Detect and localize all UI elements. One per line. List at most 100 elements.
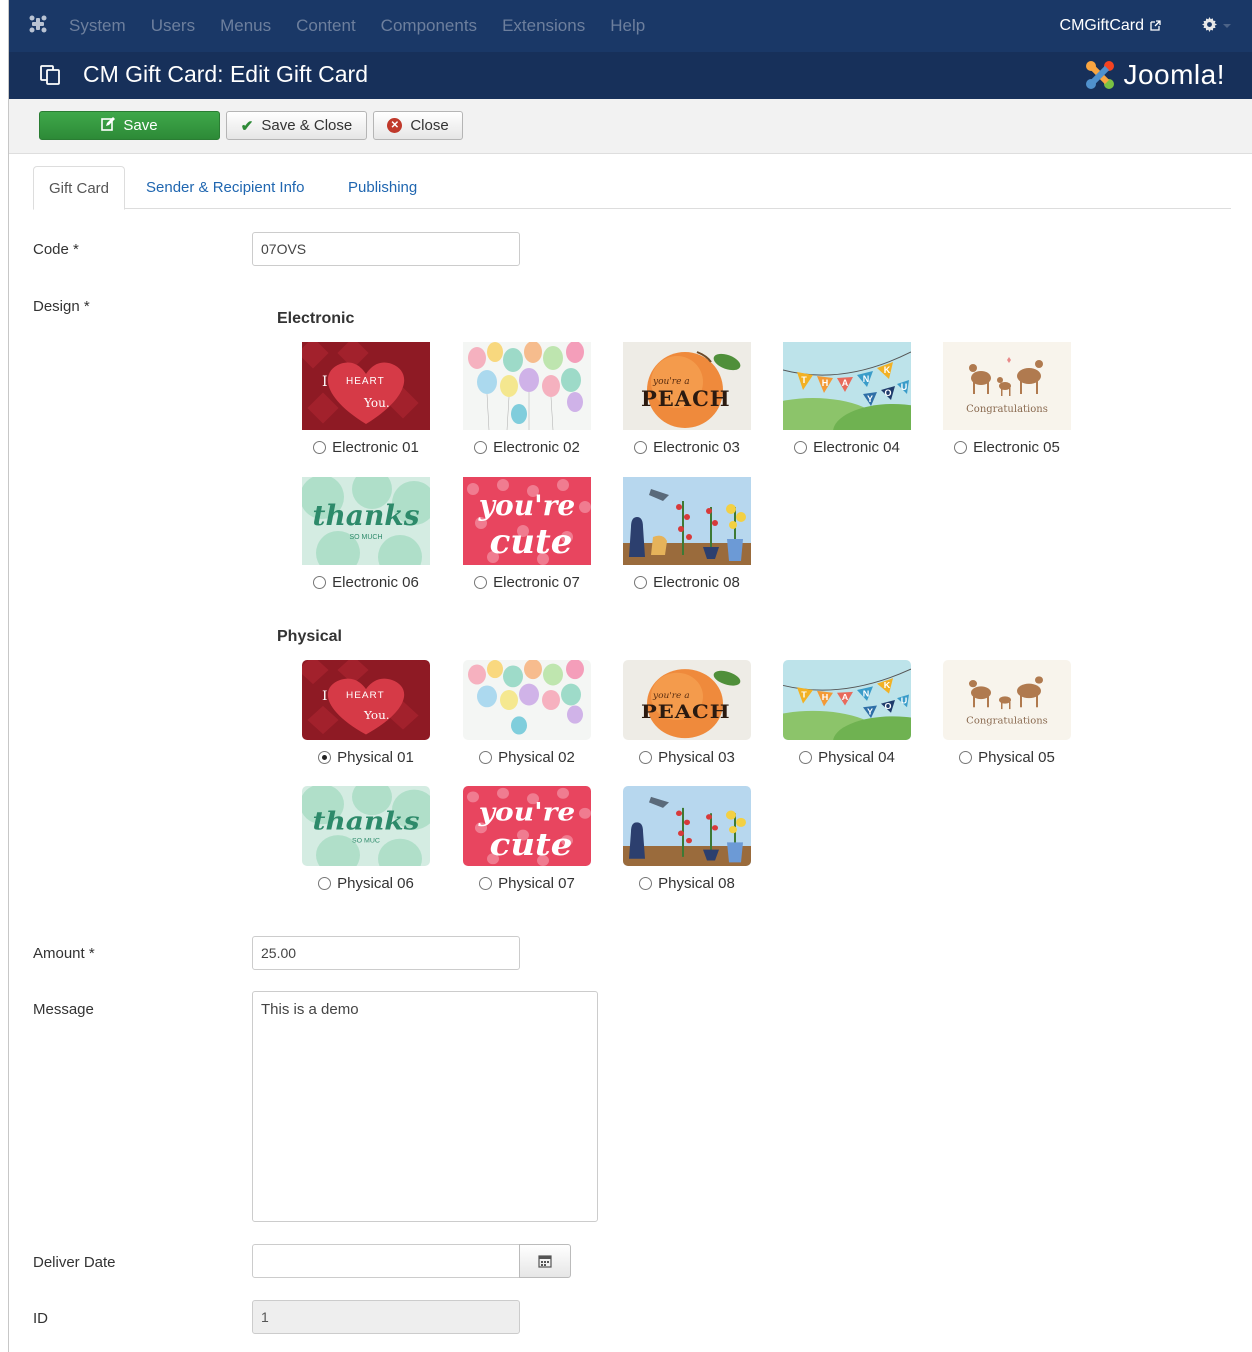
deliver-date-label: Deliver Date — [33, 1254, 116, 1271]
svg-text:thanks: thanks — [313, 807, 420, 836]
site-name: CMGiftCard — [1059, 17, 1144, 34]
radio-button[interactable] — [954, 441, 968, 454]
toolbar: Save ✔ Save & Close ✕ Close — [9, 99, 1252, 154]
menu-help[interactable]: Help — [610, 16, 645, 36]
design-option-physical-06[interactable]: thanks SO MUC Physical 06 — [302, 786, 430, 892]
radio-button[interactable] — [474, 441, 488, 454]
radio-button[interactable] — [313, 441, 327, 454]
design-option-electronic-04[interactable]: T H A N K Y O U Electronic 04 — [783, 342, 911, 456]
id-label: ID — [33, 1310, 48, 1327]
radio-button[interactable] — [959, 751, 973, 764]
message-textarea[interactable]: This is a demo — [252, 991, 598, 1222]
svg-text:PEACH: PEACH — [641, 700, 731, 723]
card-image-peach: you're a PEACH — [623, 342, 751, 430]
radio-label: Electronic 08 — [653, 574, 740, 591]
svg-text:N: N — [863, 374, 870, 384]
youre-text: you're — [478, 489, 575, 522]
svg-text:A: A — [842, 692, 849, 702]
svg-text:N: N — [863, 689, 870, 699]
save-button[interactable]: Save — [39, 111, 220, 140]
design-option-electronic-08[interactable]: Electronic 08 — [623, 477, 751, 591]
chevron-down-icon[interactable] — [1223, 24, 1231, 28]
design-option-electronic-06[interactable]: thanks SO MUCH Electronic 06 — [302, 477, 430, 591]
heart-text-i: I — [322, 374, 328, 390]
tab-publishing[interactable]: Publishing — [333, 166, 432, 209]
design-option-physical-02[interactable]: Physical 02 — [463, 660, 591, 766]
radio-label: Physical 05 — [978, 749, 1055, 766]
message-label: Message — [33, 1001, 94, 1018]
svg-text:Y: Y — [867, 394, 873, 404]
deliver-date-input[interactable] — [252, 1244, 520, 1278]
save-label: Save — [123, 117, 158, 134]
radio-button[interactable] — [474, 576, 488, 589]
site-link[interactable]: CMGiftCard — [1060, 0, 1161, 52]
radio-label: Electronic 06 — [332, 574, 419, 591]
top-navbar: System Users Menus Content Components Ex… — [9, 0, 1252, 52]
design-option-physical-07[interactable]: you're cute Physical 07 — [463, 786, 591, 892]
menu-content[interactable]: Content — [296, 16, 356, 36]
card-image-balloons — [463, 342, 591, 430]
menu-extensions[interactable]: Extensions — [502, 16, 585, 36]
radio-button[interactable] — [639, 877, 653, 890]
card-image-peach: you're a PEACH — [623, 660, 751, 740]
design-option-physical-08[interactable]: Physical 08 — [623, 786, 751, 892]
radio-button[interactable] — [318, 877, 332, 890]
radio-button-selected[interactable] — [318, 751, 332, 764]
svg-text:You.: You. — [363, 709, 390, 722]
tab-sender-recipient[interactable]: Sender & Recipient Info — [131, 166, 319, 209]
design-option-electronic-02[interactable]: Electronic 02 — [463, 342, 591, 456]
radio-button[interactable] — [639, 751, 653, 764]
radio-button[interactable] — [634, 441, 648, 454]
menu-system[interactable]: System — [69, 16, 126, 36]
radio-button[interactable] — [313, 576, 327, 589]
card-image-balloons — [463, 660, 591, 740]
joomla-brand: Joomla! — [1083, 58, 1225, 92]
design-option-electronic-07[interactable]: you're cute Electronic 07 — [463, 477, 591, 591]
menu-users[interactable]: Users — [151, 16, 195, 36]
menu-components[interactable]: Components — [381, 16, 477, 36]
electronic-heading: Electronic — [277, 310, 355, 327]
svg-text:T: T — [801, 375, 807, 385]
save-close-label: Save & Close — [261, 117, 353, 134]
design-option-physical-03[interactable]: you're a PEACH Physical 03 — [623, 660, 751, 766]
tab-bar: Gift Card Sender & Recipient Info Publis… — [33, 166, 1231, 210]
radio-button[interactable] — [794, 441, 808, 454]
congrats-text: Congratulations — [966, 404, 1048, 415]
design-option-electronic-05[interactable]: Congratulations Electronic 05 — [943, 342, 1071, 456]
svg-text:U: U — [901, 696, 908, 706]
svg-text:O: O — [885, 701, 892, 711]
radio-button[interactable] — [479, 751, 493, 764]
copy-icon — [39, 64, 61, 90]
code-input[interactable]: 07OVS — [252, 232, 520, 266]
save-close-button[interactable]: ✔ Save & Close — [226, 111, 367, 140]
radio-button[interactable] — [634, 576, 648, 589]
page-title: CM Gift Card: Edit Gift Card — [83, 61, 369, 87]
menu-menus[interactable]: Menus — [220, 16, 271, 36]
joomla-logo-icon[interactable] — [29, 15, 47, 38]
design-option-electronic-01[interactable]: I HEART You. Electronic 01 — [302, 342, 430, 456]
svg-text:U: U — [901, 382, 908, 392]
svg-text:A: A — [842, 378, 849, 388]
settings-gear-icon[interactable] — [1202, 17, 1217, 36]
svg-text:K: K — [884, 365, 891, 375]
tab-gift-card[interactable]: Gift Card — [33, 166, 126, 210]
design-option-electronic-03[interactable]: you're a PEACH Electronic 03 — [623, 342, 751, 456]
svg-text:O: O — [884, 388, 891, 398]
design-option-physical-04[interactable]: T H A N K Y O U Physical 04 — [783, 660, 911, 766]
close-button[interactable]: ✕ Close — [373, 111, 463, 140]
page-header: CM Gift Card: Edit Gift Card Joomla! — [9, 52, 1252, 99]
radio-label: Physical 06 — [337, 875, 414, 892]
design-option-physical-05[interactable]: Congratulations Physical 05 — [943, 660, 1071, 766]
external-link-icon — [1150, 19, 1161, 34]
svg-text:Y: Y — [867, 707, 873, 717]
radio-label: Physical 08 — [658, 875, 735, 892]
amount-input[interactable]: 25.00 — [252, 936, 520, 970]
calendar-button[interactable] — [519, 1244, 571, 1278]
radio-button[interactable] — [799, 751, 813, 764]
edit-icon — [101, 116, 116, 135]
radio-button[interactable] — [479, 877, 493, 890]
design-option-physical-01[interactable]: I HEART You. Physical 01 — [302, 660, 430, 766]
card-image-cute: you're cute — [463, 786, 591, 866]
svg-text:Congratulations: Congratulations — [966, 716, 1048, 726]
radio-label: Physical 01 — [337, 749, 414, 766]
